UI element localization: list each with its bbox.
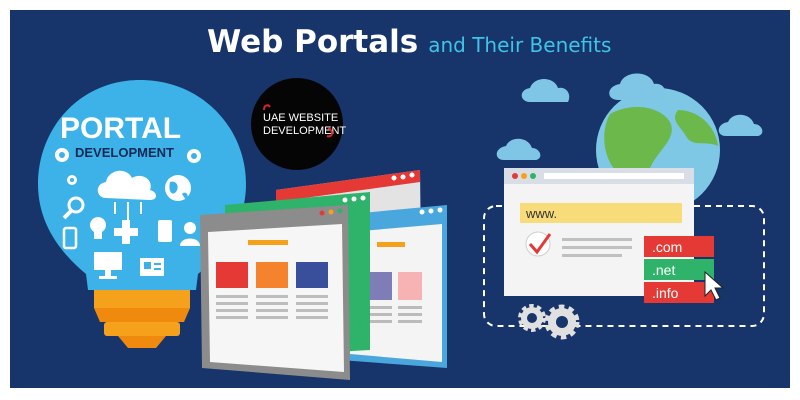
browser-window	[200, 205, 350, 380]
mobile-icon	[158, 220, 172, 242]
cloud-icon	[718, 114, 763, 136]
banner-panel: PORTAL DEVELOPMENT UAE WEBSITE DEVELOPME…	[10, 10, 790, 388]
domain-label: .net	[652, 262, 675, 278]
cloud-icon	[521, 79, 570, 102]
gear-icon	[518, 304, 546, 332]
title-main: Web Portals	[207, 24, 419, 60]
page-tile	[296, 262, 328, 288]
domain-label: .com	[652, 239, 682, 255]
gear-icon	[187, 149, 201, 163]
gear-icon	[67, 175, 77, 185]
logo-line1: UAE WEBSITE	[263, 112, 338, 124]
id-card-icon	[140, 258, 164, 276]
page-tile	[256, 262, 288, 288]
bulb-title: PORTAL	[60, 112, 181, 145]
page-tile	[216, 262, 248, 288]
domain-label: .info	[652, 285, 679, 301]
gear-icon	[55, 148, 69, 162]
illustration: PORTAL DEVELOPMENT UAE WEBSITE DEVELOPME…	[38, 73, 765, 380]
domain-list: .com .net .info	[644, 236, 714, 303]
banner-frame: PORTAL DEVELOPMENT UAE WEBSITE DEVELOPME…	[0, 0, 800, 400]
url-text: www.	[525, 206, 557, 221]
company-logo: UAE WEBSITE DEVELOPMENT	[251, 78, 346, 170]
title-sub: and Their Benefits	[428, 33, 612, 57]
bulb-subtitle: DEVELOPMENT	[75, 145, 174, 160]
checkmark-icon	[525, 231, 552, 257]
globe-icon	[165, 175, 191, 201]
page-title: Web Portals and Their Benefits	[207, 24, 611, 60]
cloud-icon	[496, 138, 541, 160]
cloud-icon	[609, 73, 666, 100]
gear-icon	[544, 304, 580, 340]
bulb-base	[94, 290, 190, 308]
logo-line2: DEVELOPMENT	[263, 125, 346, 137]
